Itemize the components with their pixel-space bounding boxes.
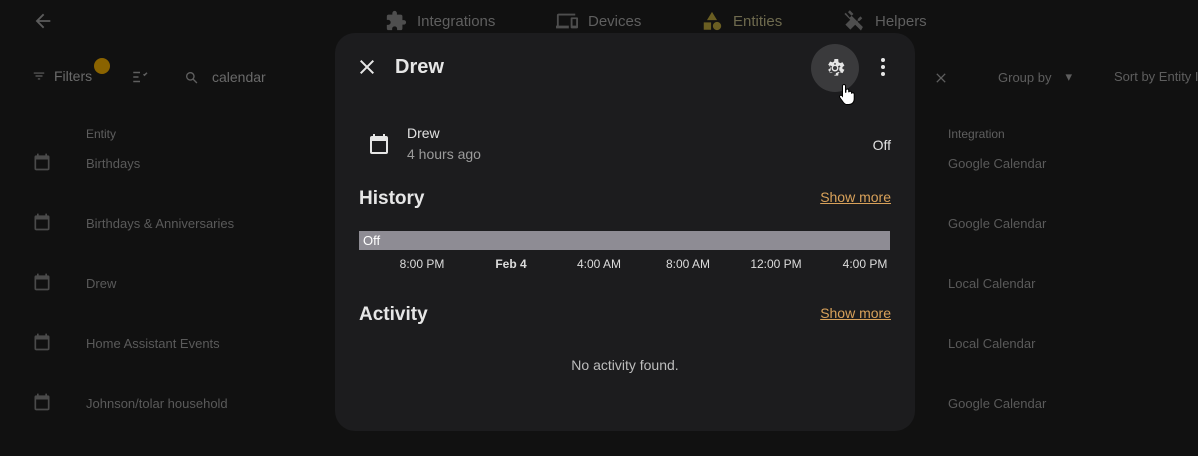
filters-button[interactable]: Filters	[32, 68, 92, 84]
puzzle-icon	[386, 10, 407, 31]
sort-by-label: Sort by Entity ID	[1114, 69, 1198, 84]
group-by-label: Group by	[998, 69, 1052, 85]
tab-label: Entities	[733, 12, 783, 30]
tab-integrations[interactable]: Integrations	[385, 8, 495, 34]
entity-name: Drew	[407, 125, 440, 141]
selection-mode-icon[interactable]	[130, 68, 150, 86]
calendar-icon	[34, 393, 50, 411]
more-options-icon[interactable]	[871, 55, 895, 79]
filter-icon	[33, 72, 45, 80]
gear-icon	[828, 59, 845, 76]
timeline-tick: 8:00 AM	[665, 257, 711, 271]
timeline-tick: 4:00 PM	[842, 257, 888, 271]
dropdown-arrow-icon: ▾	[1065, 69, 1073, 84]
filters-label: Filters	[54, 68, 93, 84]
timeline-tick: Feb 4	[495, 257, 527, 271]
devices-icon	[556, 13, 578, 29]
timeline-state-label: Off	[363, 233, 381, 248]
last-changed: 4 hours ago	[407, 146, 481, 162]
entity-integration: Local Calendar	[948, 276, 1036, 291]
entity-state-row[interactable]: Drew 4 hours ago Off	[355, 119, 895, 169]
entity-state: Off	[872, 137, 891, 153]
tab-label: Helpers	[875, 12, 927, 30]
entity-integration: Local Calendar	[948, 336, 1036, 351]
tab-entities[interactable]: Entities	[701, 8, 782, 34]
entity-name: Drew	[86, 276, 117, 291]
entity-name: Birthdays	[86, 156, 141, 171]
entity-integration: Google Calendar	[948, 156, 1047, 171]
filter-count-badge	[94, 58, 110, 74]
history-show-more-link[interactable]: Show more	[820, 189, 891, 205]
entity-integration: Google Calendar	[948, 216, 1047, 231]
tab-helpers[interactable]: Helpers	[843, 8, 927, 34]
history-title: History	[359, 188, 425, 209]
calendar-icon	[34, 153, 50, 171]
tab-label: Integrations	[417, 12, 496, 30]
search-icon	[186, 72, 198, 84]
calendar-icon	[34, 333, 50, 351]
tab-devices[interactable]: Devices	[556, 8, 641, 34]
settings-button[interactable]	[811, 44, 859, 92]
tools-icon	[844, 10, 863, 31]
activity-show-more-link[interactable]: Show more	[820, 305, 891, 321]
calendar-icon	[34, 213, 50, 231]
back-arrow-icon[interactable]	[32, 10, 54, 32]
sort-by-dropdown[interactable]: Sort by Entity ID	[1114, 69, 1198, 84]
more-info-dialog: Drew Drew 4 hours ago Off History Show m…	[335, 33, 915, 431]
search-value: calendar	[212, 69, 266, 85]
history-timeline-bar[interactable]: Off	[359, 231, 890, 250]
group-by-dropdown[interactable]: Group by ▾	[998, 69, 1072, 85]
calendar-icon	[34, 273, 50, 291]
activity-title: Activity	[359, 304, 428, 325]
entity-name: Birthdays & Anniversaries	[86, 216, 235, 231]
entity-integration: Google Calendar	[948, 396, 1047, 411]
dialog-title: Drew	[395, 56, 444, 78]
shapes-icon	[703, 11, 722, 31]
clear-search-icon[interactable]	[933, 70, 949, 86]
close-icon[interactable]	[355, 55, 379, 79]
timeline-tick: 12:00 PM	[750, 257, 802, 271]
calendar-icon	[370, 134, 388, 154]
no-activity-message: No activity found.	[571, 357, 679, 373]
entity-name: Home Assistant Events	[86, 336, 220, 351]
tab-label: Devices	[588, 12, 642, 30]
timeline-tick: 4:00 AM	[576, 257, 622, 271]
entity-name: Johnson/tolar household	[86, 396, 228, 411]
timeline-tick: 8:00 PM	[399, 257, 445, 271]
